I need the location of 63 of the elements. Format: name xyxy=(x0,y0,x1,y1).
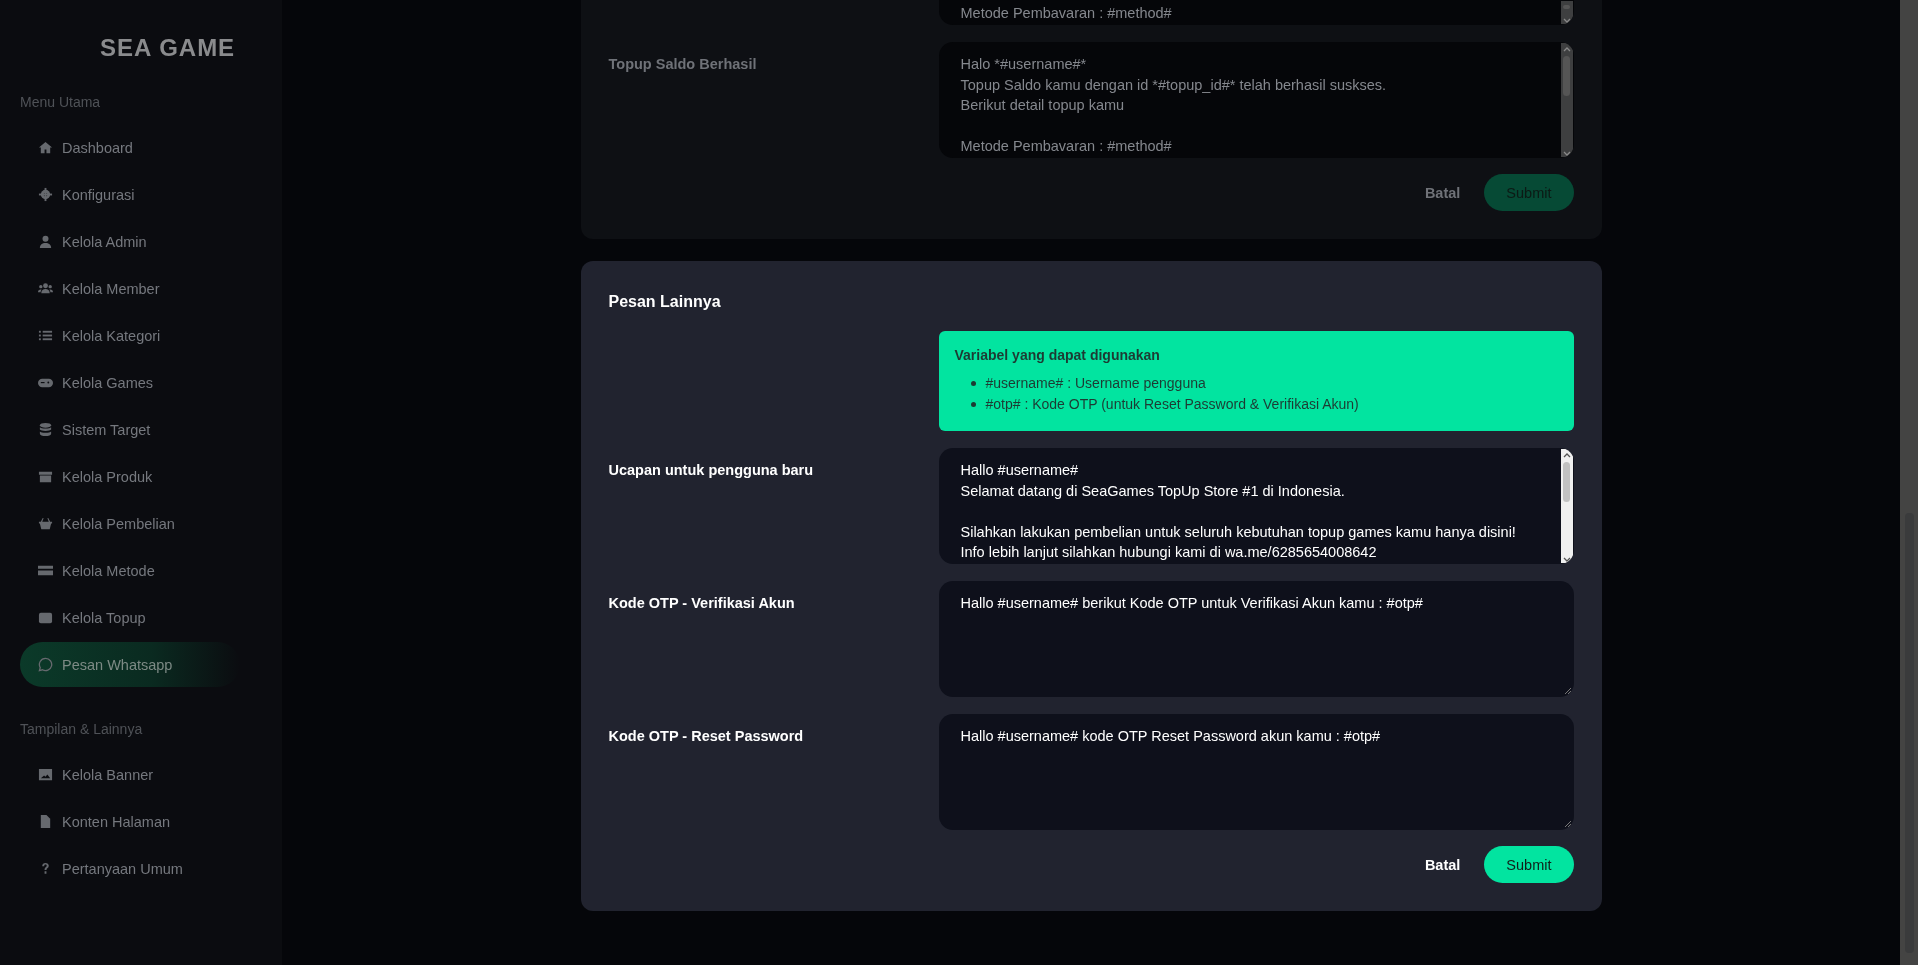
sidebar-item[interactable]: Konfigurasi xyxy=(20,172,240,217)
message-field[interactable]: Halo *#username#* Topup Saldo kamu dengan id *#topup_id#* telah berhasil suskses. Berikut detail topup kamu Metode Pembavaran : #method# xyxy=(938,42,1574,158)
alert-item: #otp# : Kode OTP (untuk Reset Password & Verifikasi Akun) xyxy=(985,395,1359,414)
sidebar-item-label: Pertanyaan Umum xyxy=(62,860,183,877)
sidebar-item-label: Kelola Games xyxy=(62,374,154,391)
cancel-button[interactable]: Batal xyxy=(1424,856,1461,873)
credit-card-icon xyxy=(38,563,53,578)
sidebar-item-label: Sistem Target xyxy=(62,421,151,438)
section-title: Tampilan & Lainnya xyxy=(20,721,143,737)
sidebar-item-label: Kelola Member xyxy=(62,280,160,297)
sidebar-item-label: Kelola Banner xyxy=(62,766,154,783)
card-title: Pesan Lainnya xyxy=(608,293,721,311)
sidebar-item[interactable]: Kelola Metode xyxy=(20,548,240,593)
message-field[interactable]: Hallo #username# Selamat datang di SeaGames TopUp Store #1 di Indonesia. Silahkan lakukan pembelian untuk seluruh kebutuhan topup games kamu hanya disini! Info lebih lanjut silahkan hubungi kami di wa.me/6285654008642 xyxy=(938,448,1574,564)
sidebar-item[interactable]: Kelola Banner xyxy=(20,752,240,797)
section-title: Menu Utama xyxy=(20,94,101,110)
alert-title: Variabel yang dapat digunakan xyxy=(954,347,1160,363)
sidebar-item[interactable]: Kelola Admin xyxy=(20,219,240,264)
message-field[interactable]: Hallo #username# berikut Kode OTP untuk Verifikasi Akun kamu : #otp# xyxy=(938,581,1574,697)
field-label: Kode OTP - Reset Password xyxy=(608,728,804,744)
resize-grip-icon[interactable] xyxy=(1563,687,1572,695)
list-icon xyxy=(38,328,53,343)
sidebar-item-label: Kelola Pembelian xyxy=(62,515,175,532)
basket-icon xyxy=(38,516,53,531)
sidebar-item-label: Konten Halaman xyxy=(62,813,170,830)
sidebar-item[interactable]: Kelola Pembelian xyxy=(20,501,240,546)
sidebar-item-label: Kelola Produk xyxy=(62,468,153,485)
sidebar-item[interactable]: Konten Halaman xyxy=(20,799,240,844)
message-field[interactable]: Hallo #username# kode OTP Reset Password akun kamu : #otp# xyxy=(938,714,1574,830)
field-label: Ucapan untuk pengguna baru xyxy=(608,462,814,478)
sidebar-item-label: Kelola Topup xyxy=(62,609,146,626)
sidebar-item[interactable]: Kelola Produk xyxy=(20,454,240,499)
users-icon xyxy=(38,281,53,296)
bullet-icon xyxy=(970,402,976,407)
sidebar-item[interactable]: Kelola Member xyxy=(20,266,240,311)
sidebar-item[interactable]: Kelola Kategori xyxy=(20,313,240,358)
database-icon xyxy=(38,422,53,437)
file-icon xyxy=(38,814,53,829)
box-icon xyxy=(38,469,53,484)
sidebar-item-label: Kelola Kategori xyxy=(62,327,161,344)
sidebar-item-label: Dashboard xyxy=(62,139,133,156)
sidebar-item-label: Pesan Whatsapp xyxy=(62,656,173,673)
resize-grip-icon[interactable] xyxy=(1563,820,1572,828)
logo: SEA GAME xyxy=(100,34,236,62)
sidebar-item[interactable]: Pertanyaan Umum xyxy=(20,846,240,891)
cancel-button[interactable]: Batal xyxy=(1424,184,1461,201)
sidebar-item[interactable]: Dashboard xyxy=(20,125,240,170)
sidebar-item-label: Kelola Admin xyxy=(62,233,147,250)
sidebar-item-label: Konfigurasi xyxy=(62,186,135,203)
alert-item: #username# : Username pengguna xyxy=(985,374,1206,393)
user-icon xyxy=(38,234,53,249)
submit-button[interactable]: Submit xyxy=(1484,846,1574,883)
sidebar-item-label: Kelola Metode xyxy=(62,562,155,579)
message-field[interactable]: Metode Pembavaran : #method# xyxy=(938,0,1574,25)
chat-icon xyxy=(38,657,53,672)
bullet-icon xyxy=(970,381,976,386)
sidebar-item[interactable]: Kelola Games xyxy=(20,360,240,405)
sidebar-item[interactable]: Kelola Topup xyxy=(20,595,240,640)
field-label: Topup Saldo Berhasil xyxy=(608,56,757,72)
image-icon xyxy=(38,767,53,782)
sidebar-item[interactable]: Sistem Target xyxy=(20,407,240,452)
home-icon xyxy=(38,140,53,155)
field-label: Kode OTP - Verifikasi Akun xyxy=(608,595,795,611)
